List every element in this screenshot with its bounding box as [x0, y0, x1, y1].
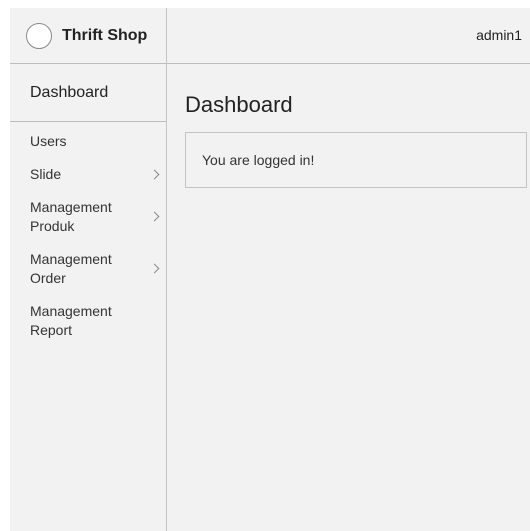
- sidebar-item-dashboard[interactable]: Dashboard: [10, 64, 166, 122]
- circle-logo-icon: [26, 23, 52, 49]
- chevron-right-icon: [149, 263, 160, 274]
- main-content: Dashboard You are logged in!: [185, 64, 530, 188]
- page-title: Dashboard: [185, 92, 293, 117]
- sidebar-item-label: Users: [30, 133, 67, 149]
- chevron-right-icon: [149, 169, 160, 179]
- sidebar-item-label: Management Produk: [30, 199, 112, 234]
- sidebar-menu: Users Slide Management Produk Management…: [10, 122, 166, 340]
- user-menu[interactable]: admin1: [476, 27, 522, 43]
- sidebar-divider: [166, 8, 167, 531]
- sidebar-item-slide[interactable]: Slide: [10, 165, 166, 184]
- chevron-right-icon: [149, 211, 160, 222]
- sidebar-item-management-report[interactable]: Management Report: [10, 302, 166, 340]
- sidebar-item-management-order[interactable]: Management Order: [10, 250, 166, 288]
- sidebar-item-label: Management Order: [30, 251, 112, 286]
- status-card: You are logged in!: [185, 132, 527, 188]
- brand-name: Thrift Shop: [62, 27, 148, 44]
- sidebar-item-management-produk[interactable]: Management Produk: [10, 198, 166, 236]
- sidebar-item-users[interactable]: Users: [10, 132, 166, 151]
- brand-link[interactable]: Thrift Shop: [26, 22, 147, 50]
- top-header: Thrift Shop admin1: [10, 8, 530, 64]
- app-frame: Thrift Shop admin1 Dashboard Users Slide…: [10, 8, 530, 531]
- status-message: You are logged in!: [202, 152, 315, 168]
- sidebar-item-label: Management Report: [30, 303, 112, 338]
- sidebar-item-label: Slide: [30, 166, 62, 182]
- sidebar: Dashboard Users Slide Management Produk …: [10, 64, 166, 354]
